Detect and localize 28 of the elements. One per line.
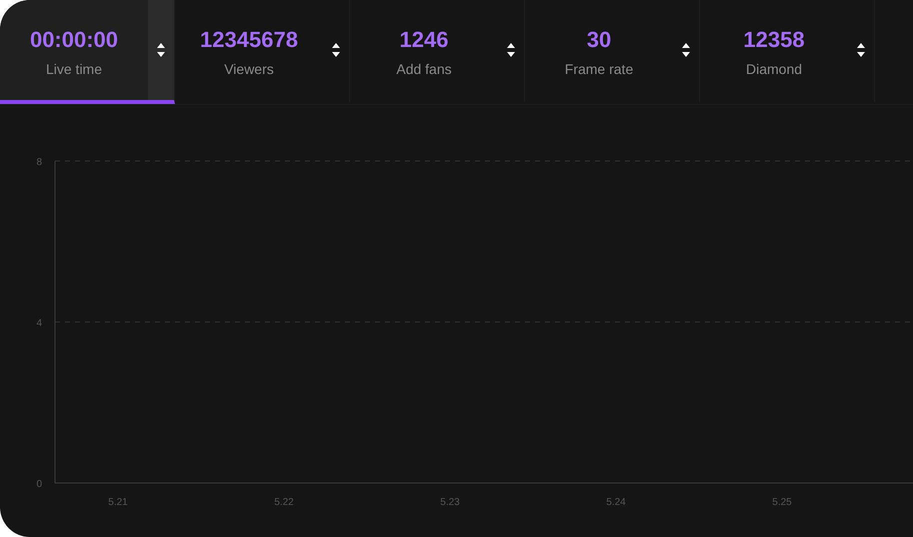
axis-label: 8	[36, 157, 42, 168]
stat-value: 12345678	[200, 27, 298, 53]
sort-icon[interactable]	[156, 42, 166, 58]
stat-value: 12358	[743, 27, 805, 53]
stat-tab[interactable]: 00:00:00 Live time	[0, 0, 175, 104]
stat-value: 30	[586, 27, 612, 53]
stat-label: Live time	[46, 61, 102, 77]
axis-label: 4	[36, 318, 42, 329]
stat-label: Frame rate	[564, 61, 634, 77]
stat-tab[interactable]: 12345678 Viewers	[175, 0, 350, 104]
stat-label: Viewers	[224, 61, 274, 77]
axis-label: 0	[36, 479, 42, 490]
stat-label: Add fans	[396, 61, 452, 77]
stat-value: 00:00:00	[30, 27, 118, 53]
sort-icon[interactable]	[856, 42, 866, 58]
axis-label: 5.21	[108, 497, 128, 508]
stat-tab[interactable]: 30 Frame rate	[525, 0, 700, 104]
sort-icon[interactable]	[681, 42, 691, 58]
axis-label: 5.24	[606, 497, 626, 508]
axis-label: 5.23	[440, 497, 460, 508]
stat-tab[interactable]: 1246 Add fans	[350, 0, 525, 104]
stat-value: 1246	[400, 27, 448, 53]
sort-icon[interactable]	[331, 42, 341, 58]
stat-label: Diamond	[746, 61, 802, 77]
axis-label: 5.22	[274, 497, 294, 508]
axis-label: 5.25	[772, 497, 792, 508]
sort-icon[interactable]	[506, 42, 516, 58]
stat-tab[interactable]: 12358 Diamond	[700, 0, 875, 104]
